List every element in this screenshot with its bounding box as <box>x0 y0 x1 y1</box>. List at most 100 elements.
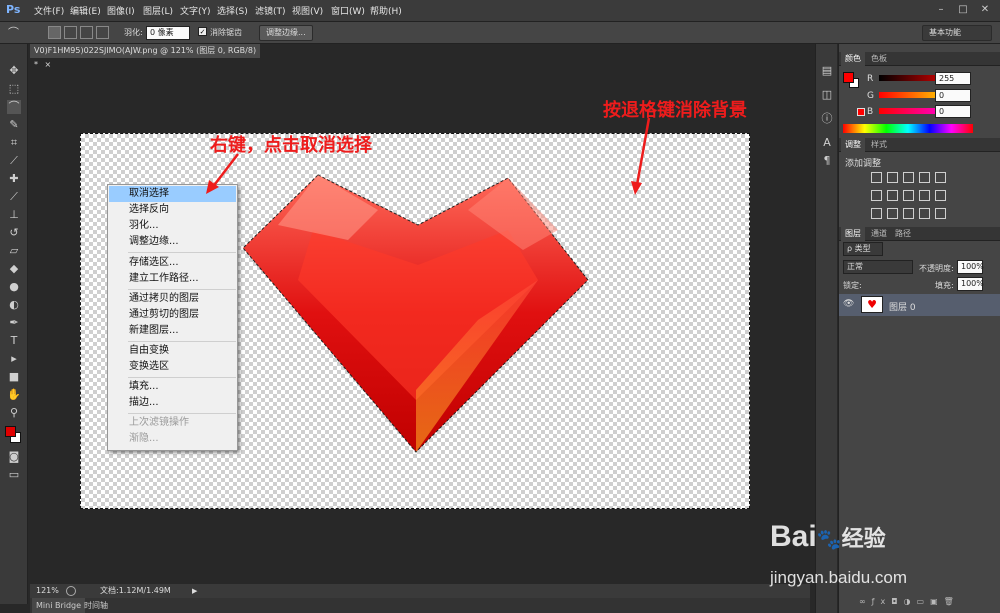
shape-tool-icon[interactable]: ■ <box>7 370 21 384</box>
add-selection-icon[interactable] <box>64 26 77 39</box>
status-menu-icon[interactable] <box>66 586 76 596</box>
marquee-tool-icon[interactable]: ⬚ <box>7 82 21 96</box>
blur-tool-icon[interactable]: ● <box>7 280 21 294</box>
character-panel-icon[interactable]: A <box>820 136 834 150</box>
crop-tool-icon[interactable]: ⌗ <box>7 136 21 150</box>
posterize-icon[interactable] <box>887 208 898 219</box>
opacity-field[interactable]: 100% <box>957 260 984 274</box>
lasso-tool-preset-icon[interactable]: ⌒ <box>8 26 21 39</box>
restore-button[interactable]: □ <box>952 2 974 18</box>
menu-item-inverse[interactable]: 选择反向 <box>109 202 236 218</box>
menu-edit[interactable]: 编辑(E) <box>70 4 101 17</box>
brightness-icon[interactable] <box>871 172 882 183</box>
foreground-color-swatch[interactable] <box>5 426 16 437</box>
paragraph-panel-icon[interactable]: ¶ <box>820 154 834 168</box>
tab-channels[interactable]: 通道 <box>867 227 891 241</box>
refine-edge-button[interactable]: 调整边缘... <box>259 25 313 41</box>
blend-mode-select[interactable]: 正常 <box>843 260 913 274</box>
healing-tool-icon[interactable]: ✚ <box>7 172 21 186</box>
layer-row[interactable]: 👁 ♥ 图层 0 <box>839 294 1000 316</box>
menu-help[interactable]: 帮助(H) <box>370 4 402 17</box>
color-balance-icon[interactable] <box>887 190 898 201</box>
curves-icon[interactable] <box>903 172 914 183</box>
vibrance-icon[interactable] <box>935 172 946 183</box>
close-window-button[interactable]: ✕ <box>974 2 996 18</box>
tab-mini-bridge[interactable]: Mini Bridge <box>32 598 86 613</box>
new-selection-icon[interactable] <box>48 26 61 39</box>
menu-type[interactable]: 文字(Y) <box>180 4 211 17</box>
layer-actions-icons[interactable]: ∞ƒx◘◑▭▣🗑 <box>859 597 960 606</box>
screen-mode-icon[interactable]: ▭ <box>7 468 21 482</box>
minimize-button[interactable]: – <box>930 2 952 18</box>
antialias-checkbox[interactable]: ✓ <box>198 27 207 36</box>
eyedropper-tool-icon[interactable]: ⟋ <box>7 154 21 168</box>
quick-select-tool-icon[interactable]: ✎ <box>7 118 21 132</box>
layer-name[interactable]: 图层 0 <box>889 300 916 313</box>
hue-saturation-icon[interactable] <box>871 190 882 201</box>
menu-item-feather[interactable]: 羽化... <box>109 218 236 234</box>
history-panel-icon[interactable]: ▤ <box>820 64 834 78</box>
selective-color-icon[interactable] <box>935 208 946 219</box>
type-tool-icon[interactable]: T <box>7 334 21 348</box>
brush-tool-icon[interactable]: ⟋ <box>7 190 21 204</box>
channel-r-value[interactable]: 255 <box>935 72 971 85</box>
menu-item-new-layer[interactable]: 新建图层... <box>109 323 236 339</box>
history-brush-icon[interactable]: ↺ <box>7 226 21 240</box>
lasso-tool-icon[interactable]: ⌒ <box>7 100 21 114</box>
tab-paths[interactable]: 路径 <box>891 227 915 241</box>
path-select-icon[interactable]: ▸ <box>7 352 21 366</box>
subtract-selection-icon[interactable] <box>80 26 93 39</box>
menu-item-free-transform[interactable]: 自由变换 <box>109 343 236 359</box>
dodge-tool-icon[interactable]: ◐ <box>7 298 21 312</box>
tab-adjustments[interactable]: 调整 <box>841 138 865 152</box>
feather-field[interactable]: 0 像素 <box>146 26 190 40</box>
zoom-level[interactable]: 121% <box>36 584 59 598</box>
move-tool-icon[interactable]: ✥ <box>7 64 21 78</box>
info-panel-icon[interactable]: ⓘ <box>820 112 834 126</box>
tab-layers[interactable]: 图层 <box>841 227 865 241</box>
stamp-tool-icon[interactable]: ⊥ <box>7 208 21 222</box>
threshold-icon[interactable] <box>903 208 914 219</box>
properties-panel-icon[interactable]: ◫ <box>820 88 834 102</box>
exposure-icon[interactable] <box>919 172 930 183</box>
zoom-tool-icon[interactable]: ⚲ <box>7 406 21 420</box>
workspace-select[interactable]: 基本功能 <box>922 25 992 41</box>
channel-g-value[interactable]: 0 <box>935 89 971 102</box>
quick-mask-icon[interactable]: ◙ <box>7 450 21 464</box>
menu-item-layer-via-cut[interactable]: 通过剪切的图层 <box>109 307 236 323</box>
document-tab[interactable]: V0)F1HM95)022SJIMO(AJW.png @ 121% (图层 0,… <box>30 44 260 69</box>
foreground-color-chip[interactable] <box>843 72 854 83</box>
channel-b-value[interactable]: 0 <box>935 105 971 118</box>
eraser-tool-icon[interactable]: ▱ <box>7 244 21 258</box>
paint-bucket-icon[interactable]: ◆ <box>7 262 21 276</box>
levels-icon[interactable] <box>887 172 898 183</box>
menu-image[interactable]: 图像(I) <box>107 4 135 17</box>
tab-swatches[interactable]: 色板 <box>867 52 891 66</box>
menu-item-layer-via-copy[interactable]: 通过拷贝的图层 <box>109 291 236 307</box>
menu-item-fill[interactable]: 填充... <box>109 379 236 395</box>
tab-timeline[interactable]: 时间轴 <box>84 598 108 613</box>
tab-styles[interactable]: 样式 <box>867 138 891 152</box>
menu-item-save-selection[interactable]: 存储选区... <box>109 255 236 271</box>
color-spectrum[interactable] <box>843 124 973 133</box>
layer-filter-select[interactable]: ρ 类型 <box>843 242 883 256</box>
close-document-icon[interactable]: × <box>45 60 52 69</box>
intersect-selection-icon[interactable] <box>96 26 109 39</box>
menu-item-stroke[interactable]: 描边... <box>109 395 236 411</box>
pen-tool-icon[interactable]: ✒ <box>7 316 21 330</box>
black-white-icon[interactable] <box>903 190 914 201</box>
menu-item-make-work-path[interactable]: 建立工作路径... <box>109 271 236 287</box>
invert-icon[interactable] <box>871 208 882 219</box>
menu-file[interactable]: 文件(F) <box>34 4 64 17</box>
hand-tool-icon[interactable]: ✋ <box>7 388 21 402</box>
menu-layer[interactable]: 图层(L) <box>143 4 173 17</box>
menu-filter[interactable]: 滤镜(T) <box>255 4 286 17</box>
gradient-map-icon[interactable] <box>919 208 930 219</box>
fill-field[interactable]: 100% <box>957 277 984 291</box>
menu-select[interactable]: 选择(S) <box>217 4 248 17</box>
visibility-eye-icon[interactable]: 👁 <box>843 299 854 309</box>
menu-view[interactable]: 视图(V) <box>292 4 323 17</box>
menu-item-refine-edge[interactable]: 调整边缘... <box>109 234 236 250</box>
channel-mixer-icon[interactable] <box>935 190 946 201</box>
status-arrow-icon[interactable]: ▶ <box>192 584 197 598</box>
